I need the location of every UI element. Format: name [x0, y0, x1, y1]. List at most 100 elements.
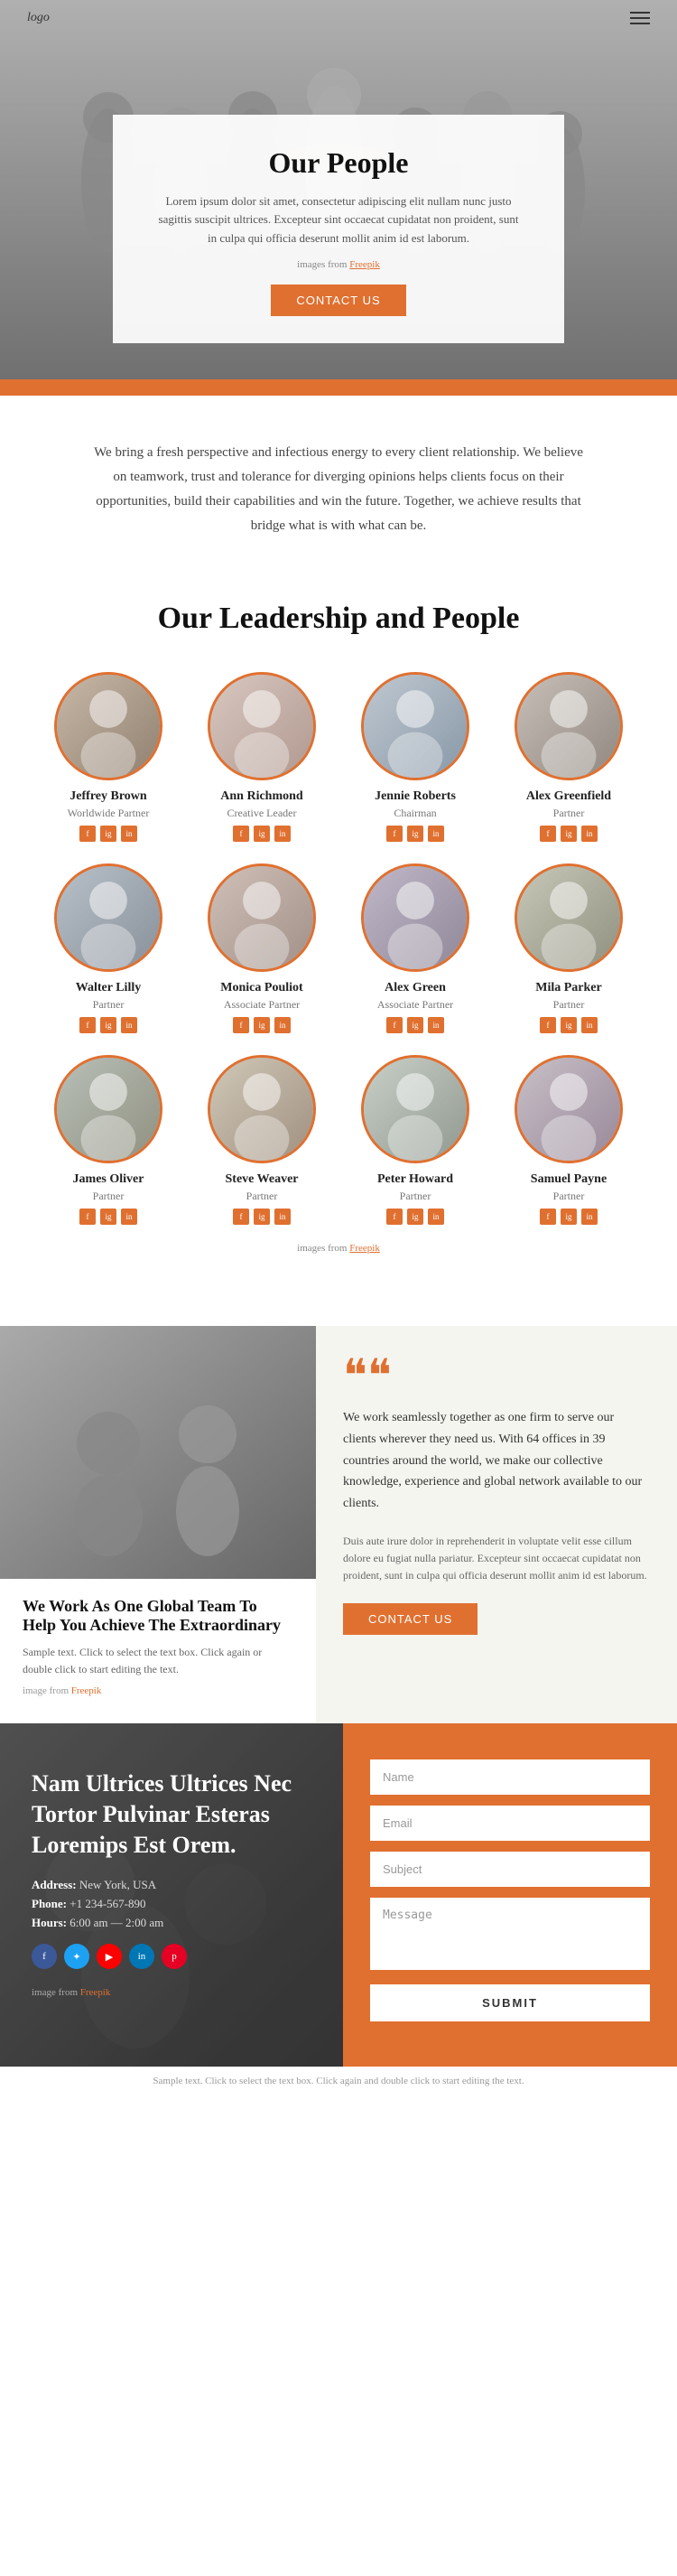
instagram-icon-2[interactable]: ig — [407, 826, 423, 842]
instagram-icon-3[interactable]: ig — [561, 826, 577, 842]
member-name-8: James Oliver — [73, 1172, 144, 1187]
member-name-11: Samuel Payne — [531, 1172, 607, 1187]
hero-description: Lorem ipsum dolor sit amet, consectetur … — [158, 192, 519, 248]
avatar-5 — [208, 863, 316, 972]
linkedin-icon-0[interactable]: in — [121, 826, 137, 842]
leadership-title: Our Leadership and People — [36, 602, 641, 636]
hamburger-menu[interactable] — [630, 12, 650, 24]
social-icons-3: f ig in — [540, 826, 598, 842]
contact-twitter-icon[interactable]: ✦ — [64, 1944, 89, 1969]
contact-email-input[interactable] — [370, 1806, 650, 1841]
instagram-icon-0[interactable]: ig — [100, 826, 116, 842]
facebook-icon-10[interactable]: f — [386, 1209, 403, 1225]
instagram-icon-5[interactable]: ig — [254, 1017, 270, 1033]
contact-name-input[interactable] — [370, 1759, 650, 1795]
linkedin-icon-6[interactable]: in — [428, 1017, 444, 1033]
social-icons-4: f ig in — [79, 1017, 137, 1033]
instagram-icon-11[interactable]: ig — [561, 1209, 577, 1225]
linkedin-icon-2[interactable]: in — [428, 826, 444, 842]
contact-section: Nam Ultrices Ultrices Nec Tortor Pulvina… — [0, 1723, 677, 2067]
social-icons-10: f ig in — [386, 1209, 444, 1225]
avatar-1 — [208, 672, 316, 780]
contact-facebook-icon[interactable]: f — [32, 1944, 57, 1969]
team-member-0: Jeffrey Brown Worldwide Partner f ig in — [36, 672, 181, 842]
instagram-icon-6[interactable]: ig — [407, 1017, 423, 1033]
member-name-9: Steve Weaver — [226, 1172, 299, 1187]
linkedin-icon-8[interactable]: in — [121, 1209, 137, 1225]
instagram-icon-9[interactable]: ig — [254, 1209, 270, 1225]
footer-note: Sample text. Click to select the text bo… — [0, 2067, 677, 2095]
linkedin-icon-3[interactable]: in — [581, 826, 598, 842]
member-role-5: Associate Partner — [224, 998, 300, 1012]
facebook-icon-11[interactable]: f — [540, 1209, 556, 1225]
instagram-icon-10[interactable]: ig — [407, 1209, 423, 1225]
linkedin-icon-11[interactable]: in — [581, 1209, 598, 1225]
hero-image-credit: images from Freepik — [158, 259, 519, 270]
team-member-7: Mila Parker Partner f ig in — [496, 863, 641, 1033]
global-team-section: We Work As One Global Team To Help You A… — [0, 1326, 677, 1723]
social-icons-0: f ig in — [79, 826, 137, 842]
contact-submit-button[interactable]: SUBMIT — [370, 1984, 650, 2021]
hero-title: Our People — [158, 146, 519, 180]
instagram-icon-8[interactable]: ig — [100, 1209, 116, 1225]
tagline-section: We bring a fresh perspective and infecti… — [0, 396, 677, 583]
facebook-icon-1[interactable]: f — [233, 826, 249, 842]
member-role-11: Partner — [553, 1190, 585, 1203]
facebook-icon-0[interactable]: f — [79, 826, 96, 842]
contact-heading: Nam Ultrices Ultrices Nec Tortor Pulvina… — [32, 1769, 311, 1860]
global-contact-button[interactable]: CONTACT US — [343, 1603, 478, 1635]
contact-form-panel: SUBMIT — [343, 1723, 677, 2067]
member-role-1: Creative Leader — [227, 807, 297, 820]
linkedin-icon-10[interactable]: in — [428, 1209, 444, 1225]
member-role-9: Partner — [246, 1190, 278, 1203]
team-member-9: Steve Weaver Partner f ig in — [190, 1055, 334, 1225]
linkedin-icon-7[interactable]: in — [581, 1017, 598, 1033]
footer-note-text: Sample text. Click to select the text bo… — [153, 2076, 524, 2086]
quote-mark: ❝❝ — [343, 1358, 650, 1394]
team-member-3: Alex Greenfield Partner f ig in — [496, 672, 641, 842]
global-image-svg — [0, 1326, 316, 1579]
contact-pinterest-icon[interactable]: p — [162, 1944, 187, 1969]
facebook-icon-3[interactable]: f — [540, 826, 556, 842]
linkedin-icon-9[interactable]: in — [274, 1209, 291, 1225]
team-member-2: Jennie Roberts Chairman f ig in — [343, 672, 487, 842]
team-member-6: Alex Green Associate Partner f ig in — [343, 863, 487, 1033]
contact-linkedin-icon[interactable]: in — [129, 1944, 154, 1969]
global-team-image — [0, 1326, 316, 1579]
contact-info-panel: Nam Ultrices Ultrices Nec Tortor Pulvina… — [0, 1723, 343, 2067]
social-icons-9: f ig in — [233, 1209, 291, 1225]
facebook-icon-9[interactable]: f — [233, 1209, 249, 1225]
tagline-text: We bring a fresh perspective and infecti… — [90, 441, 587, 538]
facebook-icon-4[interactable]: f — [79, 1017, 96, 1033]
facebook-icon-2[interactable]: f — [386, 826, 403, 842]
leadership-image-credit: images from Freepik — [36, 1243, 641, 1254]
facebook-icon-5[interactable]: f — [233, 1017, 249, 1033]
contact-youtube-icon[interactable]: ▶ — [97, 1944, 122, 1969]
member-name-5: Monica Pouliot — [220, 981, 302, 995]
member-name-2: Jennie Roberts — [375, 789, 456, 804]
global-right-panel: ❝❝ We work seamlessly together as one fi… — [316, 1326, 677, 1723]
team-member-8: James Oliver Partner f ig in — [36, 1055, 181, 1225]
linkedin-icon-4[interactable]: in — [121, 1017, 137, 1033]
leadership-section: Our Leadership and People Jeffrey Brown … — [0, 583, 677, 1290]
team-grid: Jeffrey Brown Worldwide Partner f ig in … — [36, 672, 641, 1225]
linkedin-icon-1[interactable]: in — [274, 826, 291, 842]
contact-social-icons: f ✦ ▶ in p — [32, 1944, 311, 1969]
contact-subject-input[interactable] — [370, 1852, 650, 1887]
linkedin-icon-5[interactable]: in — [274, 1017, 291, 1033]
avatar-9 — [208, 1055, 316, 1163]
member-name-4: Walter Lilly — [76, 981, 141, 995]
member-role-8: Partner — [93, 1190, 125, 1203]
instagram-icon-7[interactable]: ig — [561, 1017, 577, 1033]
contact-message-input[interactable] — [370, 1898, 650, 1970]
member-role-0: Worldwide Partner — [68, 807, 150, 820]
instagram-icon-1[interactable]: ig — [254, 826, 270, 842]
facebook-icon-6[interactable]: f — [386, 1017, 403, 1033]
member-name-10: Peter Howard — [377, 1172, 453, 1187]
facebook-icon-8[interactable]: f — [79, 1209, 96, 1225]
global-body: Sample text. Click to select the text bo… — [23, 1644, 293, 1678]
hero-contact-button[interactable]: CONTACT US — [271, 285, 405, 316]
instagram-icon-4[interactable]: ig — [100, 1017, 116, 1033]
social-icons-7: f ig in — [540, 1017, 598, 1033]
facebook-icon-7[interactable]: f — [540, 1017, 556, 1033]
